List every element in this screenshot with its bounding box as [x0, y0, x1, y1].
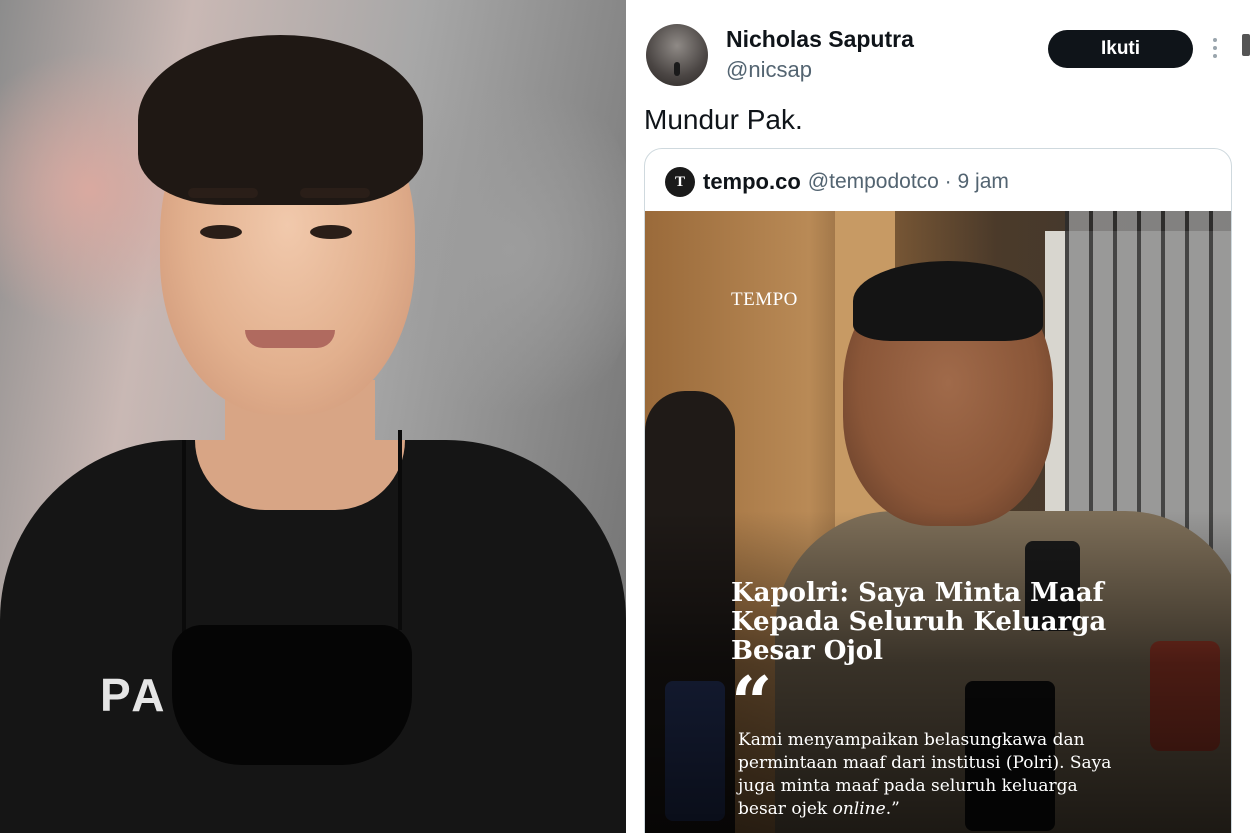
brow — [300, 188, 370, 198]
author-display-name[interactable]: Nicholas Saputra — [726, 26, 914, 53]
quote-text-end: .” — [885, 799, 900, 819]
eye — [200, 225, 242, 239]
quote-text-main: Kami menyampaikan belasungkawa dan permi… — [738, 730, 1112, 819]
quoted-tweet-card[interactable]: T tempo.co @tempodotco · 9 jam TEMPO Kap… — [644, 148, 1232, 833]
quoted-tweet-header: T tempo.co @tempodotco · 9 jam — [665, 167, 1009, 197]
eye — [310, 225, 352, 239]
quoted-author-name[interactable]: tempo.co — [703, 169, 801, 195]
more-vertical-icon[interactable] — [1212, 38, 1218, 62]
person-hair — [138, 35, 423, 205]
author-handle[interactable]: @nicsap — [726, 57, 812, 83]
author-avatar[interactable] — [646, 24, 708, 86]
photo-left: PA A — [0, 0, 626, 833]
quoted-tweet-image[interactable]: TEMPO Kapolri: Saya Minta Maaf Kepada Se… — [645, 211, 1231, 833]
mouth — [245, 330, 335, 348]
tempo-watermark: TEMPO — [731, 289, 798, 310]
scrollbar[interactable] — [1242, 34, 1250, 56]
quote-text-italic: online — [832, 799, 886, 819]
tweet-text: Mundur Pak. — [644, 104, 803, 135]
image-headline: Kapolri: Saya Minta Maaf Kepada Seluruh … — [731, 578, 1107, 666]
tweet-screenshot: Nicholas Saputra @nicsap Ikuti Mundur Pa… — [626, 0, 1250, 833]
image-quote-text: Kami menyampaikan belasungkawa dan permi… — [738, 729, 1118, 821]
face-mask — [172, 625, 412, 765]
officer-hair — [853, 261, 1043, 341]
quoted-handle-time: @tempodotco · 9 jam — [807, 170, 1009, 193]
tempo-logo-icon: T — [665, 167, 695, 197]
mask-strap — [182, 440, 186, 635]
follow-button[interactable]: Ikuti — [1048, 30, 1193, 68]
mask-strap — [398, 430, 402, 630]
brow — [188, 188, 258, 198]
